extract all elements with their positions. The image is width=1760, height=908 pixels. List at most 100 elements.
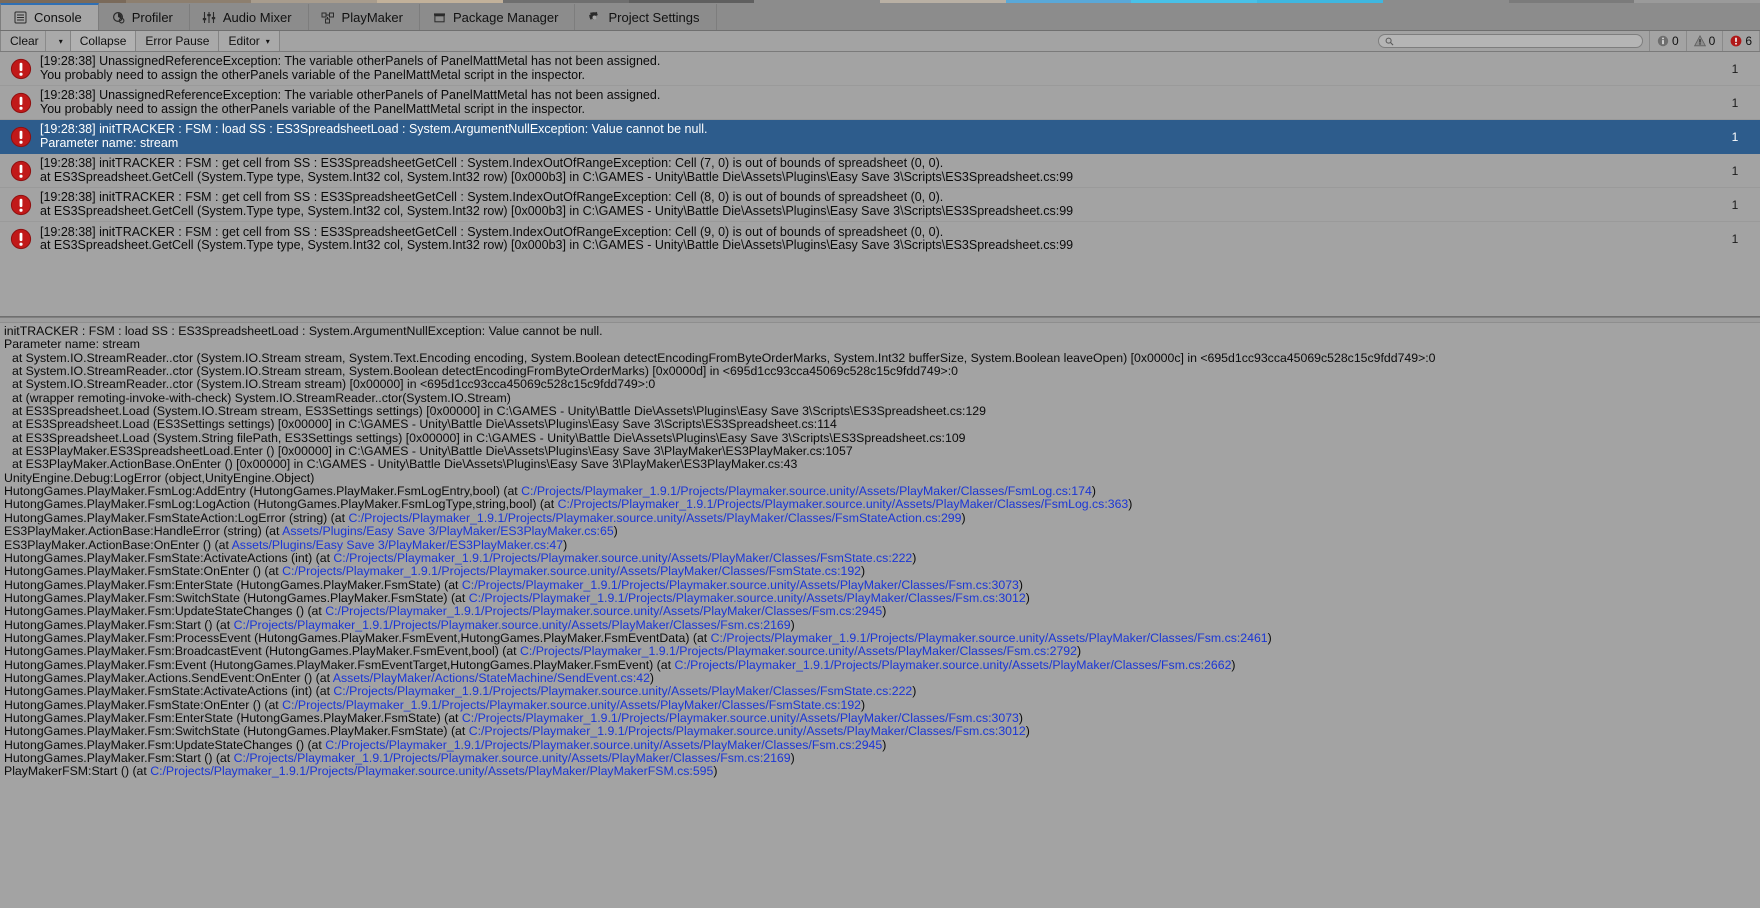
stack-trace-line[interactable]: HutongGames.PlayMaker.FsmLog:LogAction (… (4, 498, 1760, 511)
stack-trace-text: HutongGames.PlayMaker.Fsm:EnterState (Hu… (4, 711, 462, 725)
stack-trace-text: at (wrapper remoting-invoke-with-check) … (12, 391, 511, 405)
collapse-toggle[interactable]: Collapse (70, 31, 137, 51)
stack-trace-text-post: ) (1091, 485, 1096, 499)
clear-dropdown-button[interactable]: ▾ (45, 31, 71, 51)
stack-trace-line[interactable]: HutongGames.PlayMaker.Fsm:UpdateStateCha… (4, 605, 1760, 618)
stack-trace-line[interactable]: HutongGames.PlayMaker.Fsm:BroadcastEvent… (4, 645, 1760, 658)
stack-trace-line[interactable]: HutongGames.PlayMaker.FsmState:OnEnter (… (4, 565, 1760, 578)
log-entry-line1: [19:28:38] initTRACKER : FSM : load SS :… (40, 123, 708, 136)
tab-profiler[interactable]: Profiler (99, 4, 190, 30)
table-row-selected[interactable]: [19:28:38] initTRACKER : FSM : load SS :… (0, 120, 1760, 154)
stack-trace-link[interactable]: Assets/Plugins/Easy Save 3/PlayMaker/ES3… (232, 539, 563, 552)
stack-trace-line[interactable]: HutongGames.PlayMaker.Fsm:SwitchState (H… (4, 592, 1760, 605)
stack-trace-line[interactable]: HutongGames.PlayMaker.Fsm:EnterState (Hu… (4, 712, 1760, 725)
tab-project-settings[interactable]: Project Settings (575, 4, 717, 30)
search-input[interactable] (1377, 34, 1643, 48)
stack-trace-link[interactable]: C:/Projects/Playmaker_1.9.1/Projects/Pla… (674, 659, 1231, 672)
table-row[interactable]: [19:28:38] UnassignedReferenceException:… (0, 52, 1760, 86)
stack-trace-text-post: ) (912, 685, 917, 699)
stack-trace-text: HutongGames.PlayMaker.Fsm:ProcessEvent (… (4, 631, 711, 645)
log-entry-count: 1 (1731, 61, 1739, 76)
stack-trace-line[interactable]: HutongGames.PlayMaker.Fsm:SwitchState (H… (4, 725, 1760, 738)
tab-audio-mixer[interactable]: Audio Mixer (190, 4, 309, 30)
stack-trace-link[interactable]: C:/Projects/Playmaker_1.9.1/Projects/Pla… (558, 498, 1129, 511)
stack-trace-line[interactable]: HutongGames.PlayMaker.Fsm:ProcessEvent (… (4, 632, 1760, 645)
error-icon (10, 160, 32, 182)
stack-trace-link[interactable]: C:/Projects/Playmaker_1.9.1/Projects/Pla… (325, 739, 882, 752)
stack-trace-line[interactable]: PlayMakerFSM:Start () (at C:/Projects/Pl… (4, 765, 1760, 778)
stack-trace-text: HutongGames.PlayMaker.FsmState:ActivateA… (4, 551, 334, 565)
stack-trace-text: at ES3Spreadsheet.Load (System.IO.Stream… (12, 405, 986, 419)
log-entry-line2: at ES3Spreadsheet.GetCell (System.Type t… (40, 204, 1074, 218)
log-entry-count: 1 (1731, 95, 1739, 110)
table-row[interactable]: [19:28:38] initTRACKER : FSM : get cell … (0, 188, 1760, 222)
stack-trace-text-post: ) (649, 671, 655, 685)
console-log-list[interactable]: [19:28:38] UnassignedReferenceException:… (0, 52, 1760, 317)
stack-trace-line[interactable]: HutongGames.PlayMaker.Fsm:Event (HutongG… (4, 659, 1760, 672)
stack-trace-link[interactable]: C:/Projects/Playmaker_1.9.1/Projects/Pla… (462, 579, 1019, 592)
stack-trace-link[interactable]: C:/Projects/Playmaker_1.9.1/Projects/Pla… (711, 632, 1268, 645)
stack-trace-link[interactable]: Assets/Plugins/Easy Save 3/PlayMaker/ES3… (282, 525, 613, 538)
stack-trace-text: UnityEngine.Debug:LogError (object,Unity… (4, 471, 315, 485)
log-entry-line1: [19:28:38] initTRACKER : FSM : get cell … (40, 225, 944, 239)
stack-trace-line[interactable]: ES3PlayMaker.ActionBase:HandleError (str… (4, 525, 1760, 538)
stack-trace-text: at System.IO.StreamReader..ctor (System.… (12, 378, 656, 392)
stack-trace-link[interactable]: C:/Projects/Playmaker_1.9.1/Projects/Pla… (325, 605, 882, 618)
stack-trace-link[interactable]: C:/Projects/Playmaker_1.9.1/Projects/Pla… (282, 565, 861, 578)
stack-trace-text: HutongGames.PlayMaker.Fsm:EnterState (Hu… (4, 578, 462, 592)
stack-trace-link[interactable]: C:/Projects/Playmaker_1.9.1/Projects/Pla… (520, 645, 1077, 658)
stack-trace-line[interactable]: HutongGames.PlayMaker.FsmStateAction:Log… (4, 512, 1760, 525)
stack-trace-line[interactable]: HutongGames.PlayMaker.Fsm:UpdateStateCha… (4, 739, 1760, 752)
editor-dropdown[interactable]: Editor ▾ (219, 31, 280, 51)
stack-trace-line[interactable]: HutongGames.PlayMaker.FsmState:ActivateA… (4, 685, 1760, 698)
stack-trace-link[interactable]: C:/Projects/Playmaker_1.9.1/Projects/Pla… (469, 592, 1026, 605)
stack-trace-line[interactable]: HutongGames.PlayMaker.Fsm:Start () (at C… (4, 752, 1760, 765)
stack-trace-line[interactable]: HutongGames.PlayMaker.FsmState:ActivateA… (4, 552, 1760, 565)
stack-trace-link[interactable]: C:/Projects/Playmaker_1.9.1/Projects/Pla… (234, 619, 791, 632)
error-pause-toggle[interactable]: Error Pause (136, 31, 220, 51)
message-counters: 0 0 6 (1648, 31, 1760, 51)
stack-trace-line[interactable]: HutongGames.PlayMaker.Actions.SendEvent:… (4, 672, 1760, 685)
stack-trace-text: at ES3PlayMaker.ES3SpreadsheetLoad.Enter… (12, 445, 853, 459)
stack-trace-link[interactable]: C:/Projects/Playmaker_1.9.1/Projects/Pla… (521, 485, 1092, 498)
tab-package-manager-label: Package Manager (452, 9, 559, 25)
stack-trace-pane[interactable]: initTRACKER : FSM : load SS : ES3Spreads… (0, 323, 1760, 908)
stack-trace-link[interactable]: C:/Projects/Playmaker_1.9.1/Projects/Pla… (333, 685, 912, 698)
stack-trace-link[interactable]: Assets/PlayMaker/Actions/StateMachine/Se… (333, 672, 650, 685)
tab-console[interactable]: Console (0, 3, 99, 30)
warning-counter[interactable]: 0 (1685, 31, 1723, 51)
stack-trace-line[interactable]: HutongGames.PlayMaker.Fsm:EnterState (Hu… (4, 579, 1760, 592)
stack-trace-line: at ES3Spreadsheet.Load (ES3Settings sett… (4, 418, 1760, 431)
stack-trace-link[interactable]: C:/Projects/Playmaker_1.9.1/Projects/Pla… (348, 512, 961, 525)
info-counter[interactable]: 0 (1648, 31, 1686, 51)
stack-trace-link[interactable]: C:/Projects/Playmaker_1.9.1/Projects/Pla… (282, 699, 861, 712)
stack-trace-link[interactable]: C:/Projects/Playmaker_1.9.1/Projects/Pla… (469, 725, 1026, 738)
stack-trace-text: HutongGames.PlayMaker.Fsm:SwitchState (H… (4, 725, 469, 739)
stack-trace-line[interactable]: HutongGames.PlayMaker.Fsm:Start () (at C… (4, 619, 1760, 632)
tab-package-manager[interactable]: Package Manager (420, 4, 576, 30)
stack-trace-link[interactable]: C:/Projects/Playmaker_1.9.1/Projects/Pla… (234, 752, 791, 765)
stack-trace-text-post: ) (1025, 725, 1030, 739)
stack-trace-text: PlayMakerFSM:Start () (at (4, 765, 151, 779)
table-row[interactable]: [19:28:38] initTRACKER : FSM : get cell … (0, 222, 1760, 256)
warning-icon (1693, 35, 1706, 47)
stack-trace-line: at ES3PlayMaker.ES3SpreadsheetLoad.Enter… (4, 445, 1760, 458)
error-counter[interactable]: 6 (1722, 31, 1760, 51)
stack-trace-link[interactable]: C:/Projects/Playmaker_1.9.1/Projects/Pla… (333, 552, 912, 565)
stack-trace-text-post: ) (1267, 631, 1272, 645)
stack-trace-line[interactable]: HutongGames.PlayMaker.FsmState:OnEnter (… (4, 699, 1760, 712)
tab-profiler-label: Profiler (131, 9, 173, 25)
clear-button[interactable]: Clear (0, 31, 45, 51)
table-row[interactable]: [19:28:38] initTRACKER : FSM : get cell … (0, 154, 1760, 188)
stack-trace-text: at System.IO.StreamReader..ctor (System.… (12, 365, 958, 379)
stack-trace-text: HutongGames.PlayMaker.FsmState:ActivateA… (4, 685, 334, 699)
table-row[interactable]: [19:28:38] UnassignedReferenceException:… (0, 86, 1760, 120)
log-entry-line2: You probably need to assign the otherPan… (40, 68, 586, 82)
stack-trace-link[interactable]: C:/Projects/Playmaker_1.9.1/Projects/Pla… (150, 765, 713, 778)
tab-playmaker[interactable]: PlayMaker (309, 4, 420, 30)
stack-trace-line[interactable]: ES3PlayMaker.ActionBase:OnEnter () (at A… (4, 539, 1760, 552)
stack-trace-link[interactable]: C:/Projects/Playmaker_1.9.1/Projects/Pla… (462, 712, 1019, 725)
stack-trace-line[interactable]: HutongGames.PlayMaker.FsmLog:AddEntry (H… (4, 485, 1760, 498)
stack-trace-text: HutongGames.PlayMaker.FsmStateAction:Log… (4, 511, 349, 525)
error-icon (10, 194, 32, 216)
